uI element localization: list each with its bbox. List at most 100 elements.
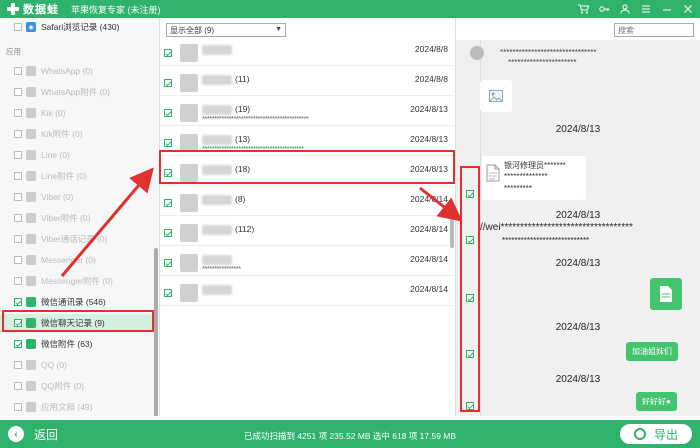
sidebar-item[interactable]: Kik附件 (0) xyxy=(0,125,156,143)
key-icon[interactable] xyxy=(596,1,612,17)
checkbox[interactable] xyxy=(164,259,172,267)
sidebar-item-label: QQ (0) xyxy=(41,360,67,370)
app-icon xyxy=(26,381,36,391)
sidebar-item-label: 微信通讯录 (546) xyxy=(41,297,106,307)
sidebar-item[interactable]: Line (0) xyxy=(0,146,156,164)
sidebar-item[interactable]: Viber (0) xyxy=(0,188,156,206)
conversation-row[interactable]: (19) ************************************… xyxy=(160,100,454,126)
checkbox[interactable] xyxy=(14,67,22,75)
sidebar-item[interactable]: 应用文档 (49) xyxy=(0,398,156,416)
sidebar-item[interactable]: Viber附件 (0) xyxy=(0,209,156,227)
user-icon[interactable] xyxy=(617,1,633,17)
file-detail: ************** xyxy=(504,172,548,181)
conversation-row[interactable]: 2024/8/14 xyxy=(160,280,454,306)
chat-messages[interactable]: ******************************* ********… xyxy=(456,40,700,416)
sidebar-item-label: 应用文档 (49) xyxy=(41,402,93,412)
app-icon xyxy=(26,297,36,307)
conversation-row[interactable]: (112) 2024/8/14 xyxy=(160,220,454,246)
app-icon xyxy=(26,213,36,223)
sidebar-item[interactable]: Kik (0) xyxy=(0,104,156,122)
checkbox[interactable] xyxy=(14,340,22,348)
checkbox[interactable] xyxy=(14,88,22,96)
message-date: 2024/8/13 xyxy=(555,374,601,385)
conversation-date: 2024/8/14 xyxy=(410,224,448,234)
checkbox[interactable] xyxy=(14,256,22,264)
image-message[interactable] xyxy=(480,80,512,112)
sidebar-item-label: Kik (0) xyxy=(41,108,66,118)
text-message[interactable]: 加油姐妹们 xyxy=(626,342,678,361)
checkbox[interactable] xyxy=(14,235,22,243)
image-icon xyxy=(489,90,503,102)
sidebar-item-label: QQ附件 (0) xyxy=(41,381,84,391)
checkbox[interactable] xyxy=(164,139,172,147)
conversation-date: 2024/8/14 xyxy=(410,254,448,264)
safari-icon: ◉ xyxy=(26,22,36,32)
checkbox[interactable] xyxy=(14,214,22,222)
checkbox[interactable] xyxy=(164,229,172,237)
checkbox[interactable] xyxy=(164,289,172,297)
checkbox[interactable] xyxy=(14,298,22,306)
checkbox[interactable] xyxy=(164,79,172,87)
file-icon xyxy=(486,164,500,182)
checkbox[interactable] xyxy=(14,277,22,285)
sidebar-item[interactable]: QQ (0) xyxy=(0,356,156,374)
sidebar-item[interactable]: Line附件 (0) xyxy=(0,167,156,185)
message-date: 2024/8/13 xyxy=(555,258,601,269)
sidebar-item[interactable]: WhatsApp (0) xyxy=(0,62,156,80)
list-scrollbar[interactable] xyxy=(450,218,454,248)
sidebar-item[interactable]: Viber通话记录 (0) xyxy=(0,230,156,248)
file-card-message[interactable]: 银河修理员******* ************** ********* xyxy=(482,156,586,200)
conversation-name: (8) xyxy=(202,194,245,205)
sidebar-item[interactable]: 微信通讯录 (546) xyxy=(0,293,156,311)
checkbox[interactable] xyxy=(14,151,22,159)
cart-icon[interactable] xyxy=(575,1,591,17)
document-icon xyxy=(660,286,672,302)
conversation-name: (11) xyxy=(202,74,250,85)
message-count: (112) xyxy=(235,224,255,234)
checkbox[interactable] xyxy=(164,109,172,117)
text-message[interactable]: 好好好● xyxy=(636,392,677,411)
checkbox[interactable] xyxy=(14,130,22,138)
conversation-name: (112) xyxy=(202,224,254,235)
minimize-icon[interactable] xyxy=(659,1,675,17)
sidebar-item[interactable]: Messenger附件 (0) xyxy=(0,272,156,290)
app-icon xyxy=(26,192,36,202)
sidebar-scrollbar[interactable] xyxy=(154,248,158,416)
message-count: (11) xyxy=(235,74,250,84)
search-input[interactable] xyxy=(618,25,688,35)
checkbox[interactable] xyxy=(164,199,172,207)
sidebar-item-safari-history[interactable]: ◉ Safari浏览记录 (430) xyxy=(0,18,156,36)
sidebar-item-label: Viber通话记录 (0) xyxy=(41,234,108,244)
checkbox[interactable] xyxy=(14,109,22,117)
redacted-name xyxy=(202,224,232,235)
conversation-date: 2024/8/8 xyxy=(414,44,448,54)
conversation-row[interactable]: 2024/8/8 xyxy=(160,40,454,66)
checkbox[interactable] xyxy=(14,403,22,411)
checkbox[interactable] xyxy=(14,23,22,31)
checkbox[interactable] xyxy=(14,382,22,390)
avatar xyxy=(180,44,198,62)
sidebar-item-label: 微信附件 (63) xyxy=(41,339,93,349)
sidebar-item[interactable]: QQ附件 (0) xyxy=(0,377,156,395)
avatar xyxy=(470,46,484,60)
redacted-name xyxy=(202,44,232,55)
conversation-row[interactable]: **************** 2024/8/14 xyxy=(160,250,454,276)
sidebar-item[interactable]: WhatsApp附件 (0) xyxy=(0,83,156,101)
close-icon[interactable] xyxy=(680,1,696,17)
search-box[interactable] xyxy=(614,23,694,37)
sidebar-item[interactable]: 微信附件 (63) xyxy=(0,335,156,353)
conversation-date: 2024/8/13 xyxy=(410,104,448,114)
filter-dropdown[interactable]: 显示全部 (9) ▼ xyxy=(166,23,286,37)
checkbox[interactable] xyxy=(14,361,22,369)
checkbox[interactable] xyxy=(164,49,172,57)
checkbox[interactable] xyxy=(14,172,22,180)
menu-icon[interactable] xyxy=(638,1,654,17)
conversation-row[interactable]: (8) 2024/8/14 xyxy=(160,190,454,216)
sidebar-item[interactable]: Messenger (0) xyxy=(0,251,156,269)
file-message[interactable] xyxy=(650,278,682,310)
conversation-preview: **************** xyxy=(202,264,241,273)
link-message-line: //wei********************************** xyxy=(480,222,633,233)
checkbox[interactable] xyxy=(14,193,22,201)
export-button[interactable]: 导出 xyxy=(620,424,692,444)
conversation-row[interactable]: (11) 2024/8/8 xyxy=(160,70,454,96)
